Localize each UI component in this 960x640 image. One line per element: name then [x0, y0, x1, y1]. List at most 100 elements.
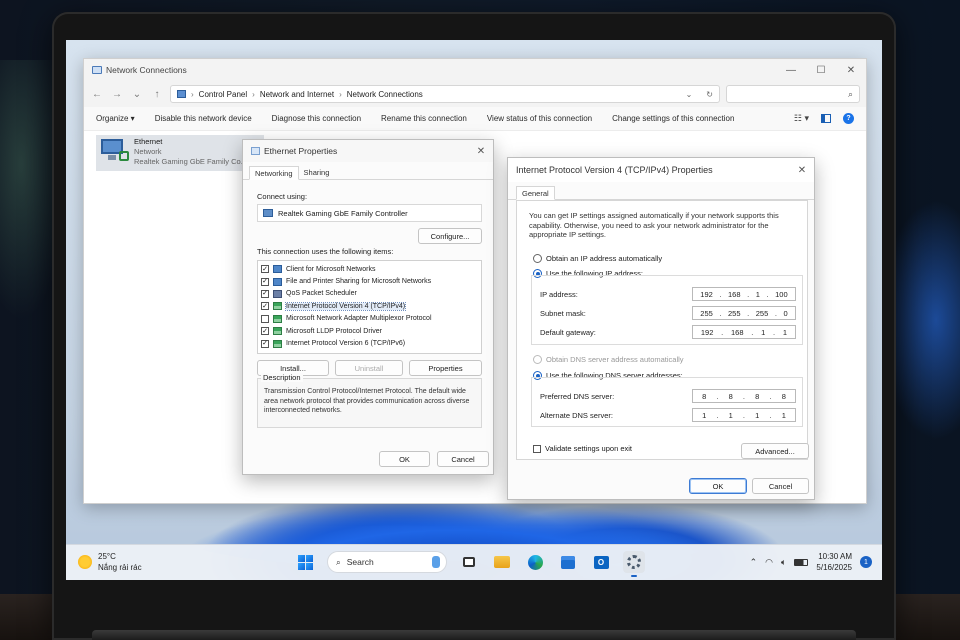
help-icon[interactable]: ? — [843, 113, 854, 124]
clock[interactable]: 10:30 AM 5/16/2025 — [816, 551, 852, 573]
close-icon[interactable]: ✕ — [790, 165, 814, 176]
dns-settings-group: Preferred DNS server: 8. 8. 8. 8 Alterna… — [531, 377, 803, 427]
diagnose-button[interactable]: Diagnose this connection — [272, 114, 361, 123]
search-input[interactable]: ⌕ — [726, 85, 860, 103]
weather-widget[interactable]: 25°C Nắng rải rác — [78, 551, 142, 573]
organize-menu[interactable]: Organize ▾ — [96, 114, 135, 123]
settings-gear-icon[interactable] — [623, 551, 645, 577]
obtain-dns-auto-radio[interactable] — [533, 355, 542, 364]
ip-octet: 0 — [783, 308, 788, 318]
ip-octet: 168 — [728, 289, 741, 299]
tab-sharing[interactable]: Sharing — [299, 166, 335, 180]
item-checkbox[interactable] — [261, 314, 269, 323]
list-item[interactable]: ✓ Client for Microsoft Networks — [261, 263, 478, 275]
breadcrumb-control-panel[interactable]: Control Panel — [199, 90, 247, 99]
item-checkbox[interactable]: ✓ — [261, 327, 269, 336]
refresh-icon[interactable]: ↻ — [706, 90, 713, 99]
desktop-screen: Network Connections — ☐ ✕ ← → ⌄ ↑ › Cont… — [66, 40, 882, 580]
item-label: QoS Packet Scheduler — [286, 290, 357, 298]
breadcrumb-network-internet[interactable]: Network and Internet — [260, 90, 334, 99]
default-gateway-label: Default gateway: — [540, 327, 596, 337]
change-settings-button[interactable]: Change settings of this connection — [612, 114, 734, 123]
volume-icon[interactable]: 🔈︎ — [781, 557, 786, 568]
ok-button[interactable]: OK — [379, 451, 430, 467]
recent-chevron-icon[interactable]: ⌄ — [130, 86, 144, 102]
show-hidden-icons-chevron-icon[interactable]: ⌃ — [750, 557, 758, 568]
close-icon[interactable]: ✕ — [469, 146, 493, 157]
list-item[interactable]: Microsoft Network Adapter Multiplexor Pr… — [261, 313, 478, 325]
protocol-icon — [273, 339, 282, 348]
list-item[interactable]: ✓ File and Printer Sharing for Microsoft… — [261, 275, 478, 287]
microsoft-store-icon[interactable] — [557, 551, 579, 573]
back-arrow-icon[interactable]: ← — [90, 86, 104, 102]
list-item-selected[interactable]: ✓ Internet Protocol Version 4 (TCP/IPv4) — [261, 300, 478, 312]
item-checkbox[interactable]: ✓ — [261, 277, 269, 286]
configure-button[interactable]: Configure... — [418, 228, 482, 244]
intro-text: You can get IP settings assigned automat… — [529, 211, 779, 239]
notification-badge[interactable]: 1 — [860, 556, 872, 568]
uninstall-button[interactable]: Uninstall — [335, 360, 403, 376]
maximize-button[interactable]: ☐ — [806, 59, 836, 81]
wifi-icon[interactable]: ◠ — [765, 557, 773, 568]
taskbar-apps: ⌕ Search O — [294, 551, 645, 577]
obtain-ip-auto-radio[interactable] — [533, 254, 542, 263]
start-button[interactable] — [294, 551, 316, 573]
minimize-button[interactable]: — — [776, 59, 806, 81]
validate-option[interactable]: Validate settings upon exit — [533, 444, 632, 453]
alternate-dns-field[interactable]: 1. 1. 1. 1 — [692, 408, 796, 422]
network-adapter-icon — [251, 147, 260, 155]
taskbar-search[interactable]: ⌕ Search — [327, 551, 447, 573]
advanced-button[interactable]: Advanced... — [741, 443, 809, 459]
properties-button[interactable]: Properties — [409, 360, 482, 376]
laptop-hinge — [92, 630, 856, 640]
ethernet-properties-titlebar: Ethernet Properties ✕ — [243, 140, 493, 162]
ethernet-connection-item[interactable]: Ethernet Network Realtek Gaming GbE Fami… — [96, 135, 264, 171]
default-gateway-field[interactable]: 192. 168. 1. 1 — [692, 325, 796, 339]
outlook-icon[interactable]: O — [590, 551, 612, 573]
time: 10:30 AM — [818, 552, 852, 561]
ip-address-field[interactable]: 192. 168. 1. 100 — [692, 287, 796, 301]
up-arrow-icon[interactable]: ↑ — [150, 86, 164, 102]
connect-using-label: Connect using: — [257, 192, 308, 201]
forward-arrow-icon[interactable]: → — [110, 86, 124, 102]
item-checkbox[interactable]: ✓ — [261, 302, 269, 311]
close-button[interactable]: ✕ — [836, 59, 866, 81]
task-view-icon[interactable] — [458, 551, 480, 573]
obtain-dns-auto-option[interactable]: Obtain DNS server address automatically — [533, 355, 684, 364]
item-checkbox[interactable]: ✓ — [261, 339, 269, 348]
preferred-dns-field[interactable]: 8. 8. 8. 8 — [692, 389, 796, 403]
obtain-ip-auto-option[interactable]: Obtain an IP address automatically — [533, 254, 662, 263]
item-checkbox[interactable]: ✓ — [261, 265, 269, 274]
address-bar[interactable]: › Control Panel › Network and Internet ›… — [170, 85, 720, 103]
taskbar: 25°C Nắng rải rác ⌕ Search O ⌃ ◠ 🔈︎ 10:3… — [66, 544, 882, 580]
breadcrumb-chevron-icon: › — [191, 89, 194, 99]
items-list: ✓ Client for Microsoft Networks ✓ File a… — [257, 260, 482, 354]
item-checkbox[interactable]: ✓ — [261, 289, 269, 298]
validate-checkbox[interactable] — [533, 444, 541, 453]
preview-pane-icon[interactable] — [821, 114, 831, 123]
ipv4-properties-titlebar: Internet Protocol Version 4 (TCP/IPv4) P… — [508, 158, 814, 182]
description-text: Transmission Control Protocol/Internet P… — [264, 388, 470, 414]
address-dropdown-icon[interactable]: ⌄ — [686, 90, 693, 99]
breadcrumb-network-connections[interactable]: Network Connections — [347, 90, 423, 99]
view-options-icon[interactable]: ☷ ▾ — [794, 113, 809, 124]
edge-browser-icon[interactable] — [524, 551, 546, 573]
list-item[interactable]: ✓ Microsoft LLDP Protocol Driver — [261, 325, 478, 337]
ok-button[interactable]: OK — [689, 478, 747, 494]
command-bar: Organize ▾ Disable this network device D… — [84, 107, 866, 131]
battery-icon[interactable] — [794, 558, 809, 566]
list-item[interactable]: ✓ Internet Protocol Version 6 (TCP/IPv6) — [261, 337, 478, 349]
file-explorer-icon[interactable] — [491, 551, 513, 573]
cancel-button[interactable]: Cancel — [437, 451, 489, 467]
rename-button[interactable]: Rename this connection — [381, 114, 467, 123]
preferred-dns-label: Preferred DNS server: — [540, 391, 615, 401]
list-item[interactable]: ✓ QoS Packet Scheduler — [261, 288, 478, 300]
address-bar-controls: ⌄ ↻ — [686, 90, 713, 99]
disable-device-button[interactable]: Disable this network device — [155, 114, 252, 123]
cancel-button[interactable]: Cancel — [752, 478, 809, 494]
tab-general[interactable]: General — [516, 186, 555, 200]
view-status-button[interactable]: View status of this connection — [487, 114, 592, 123]
tab-networking[interactable]: Networking — [249, 166, 299, 180]
subnet-mask-field[interactable]: 255. 255. 255. 0 — [692, 306, 796, 320]
connection-name: Ethernet — [134, 137, 163, 146]
